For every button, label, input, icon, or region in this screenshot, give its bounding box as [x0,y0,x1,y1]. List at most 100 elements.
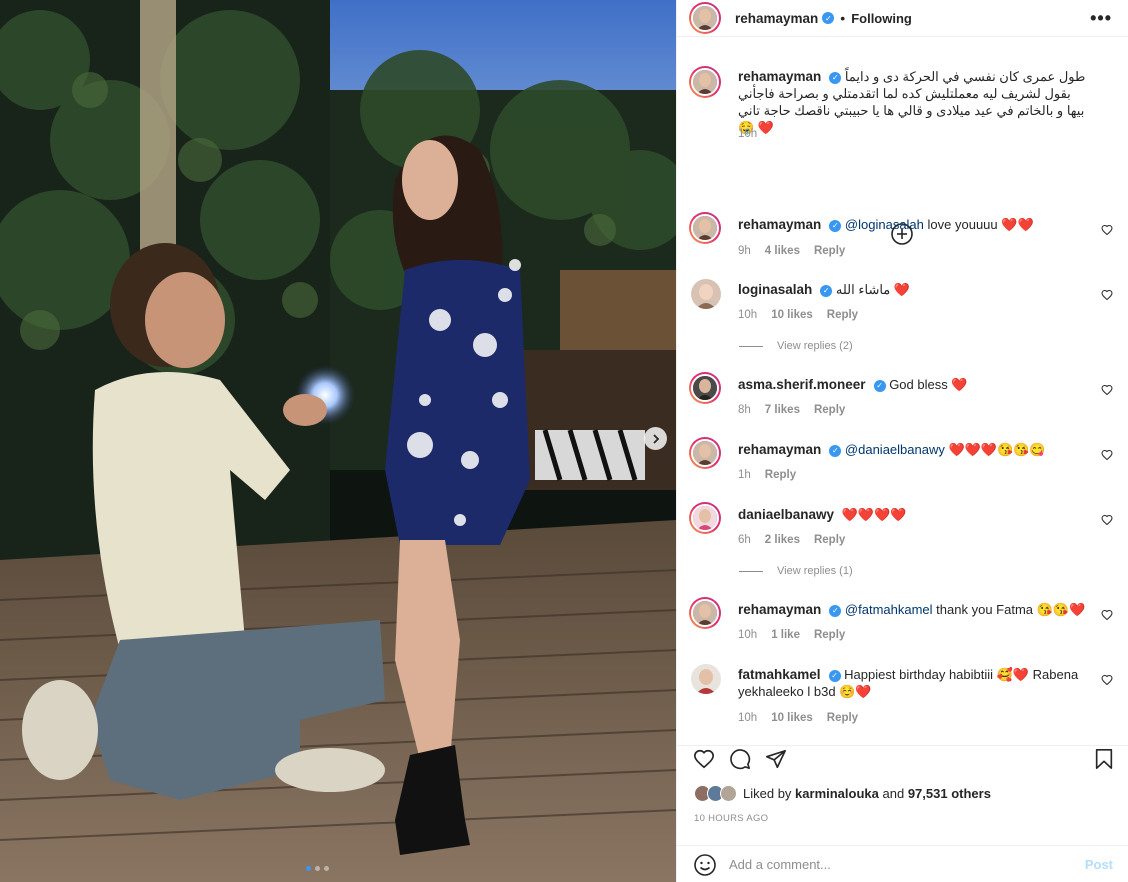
comment-meta: 10h 10 likes Reply [738,309,858,321]
likes-user-link[interactable]: karminalouka [795,786,879,801]
comment-username[interactable]: fatmahkamel [738,667,821,682]
like-comment-heart-icon[interactable] [1101,609,1113,621]
carousel-indicator [306,866,329,871]
comment-avatar[interactable] [689,212,721,244]
comment-mention[interactable]: @daniaelbanawy [845,442,945,457]
comment-meta: 1h Reply [738,469,796,481]
comment-time[interactable]: 6h [738,534,751,546]
avatar-image [691,504,719,532]
reply-button[interactable]: Reply [814,404,845,416]
comment-likes[interactable]: 7 likes [765,404,800,416]
post-timestamp[interactable]: 10 HOURS AGO [694,813,768,824]
comment-text-block: rehamayman ✓ @loginasalah love youuuu ❤️❤… [738,216,1089,233]
avatar-image [691,374,719,402]
post-side-panel: rehamayman ✓ • Following ••• rehamayman ✓… [676,0,1128,882]
verified-badge-icon: ✓ [829,444,842,457]
avatar-image [691,439,719,467]
comment-time[interactable]: 1h [738,469,751,481]
comment-avatar[interactable] [691,279,721,309]
reply-button[interactable]: Reply [814,534,845,546]
more-icon[interactable]: ••• [1090,9,1112,27]
heart-icon[interactable] [693,748,715,770]
comment-time[interactable]: 10h [738,629,757,641]
author-username[interactable]: rehamayman [735,11,818,26]
replies-divider-line [739,345,763,347]
author-avatar[interactable] [689,2,721,34]
comment-text-block: fatmahkamel ✓ Happiest birthday habibtiii… [738,666,1089,700]
likes-prefix: Liked by [743,786,792,801]
reply-button[interactable]: Reply [827,712,858,724]
comment-username[interactable]: rehamayman [738,442,821,457]
comment-text: ❤️❤️❤️❤️ [841,507,907,522]
comment-avatar[interactable] [689,502,721,534]
comment-likes[interactable]: 1 like [771,629,800,641]
comment-likes[interactable]: 10 likes [771,712,813,724]
emoji-icon[interactable] [693,853,717,877]
comment-time[interactable]: 10h [738,712,757,724]
comment-time[interactable]: 8h [738,404,751,416]
reply-button[interactable]: Reply [827,309,858,321]
header-separator: • [840,10,846,26]
comment-likes[interactable]: 2 likes [765,534,800,546]
view-replies-label: View replies (1) [777,565,853,577]
comment-item: rehamayman ✓ @loginasalah love youuuu ❤️❤… [689,212,1119,262]
comment-composer: Post [677,845,1128,882]
comment-likes[interactable]: 10 likes [771,309,813,321]
comment-avatar[interactable] [689,437,721,469]
post-actions: Liked by karminalouka and 97,531 others … [677,745,1128,882]
comment-mention[interactable]: @loginasalah [845,217,924,232]
comment-username[interactable]: daniaelbanawy [738,507,834,522]
comment-likes[interactable]: 4 likes [765,245,800,257]
caption-time[interactable]: 10h [738,128,757,140]
verified-badge-icon: ✓ [873,379,886,392]
comment-username[interactable]: loginasalah [738,282,812,297]
comment-avatar[interactable] [689,372,721,404]
comment-time[interactable]: 9h [738,245,751,257]
comment-meta: 9h 4 likes Reply [738,245,845,257]
like-comment-heart-icon[interactable] [1101,384,1113,396]
avatar-image [691,4,719,32]
comment-input[interactable] [729,857,1085,872]
post-comment-button[interactable]: Post [1085,857,1113,872]
caption-avatar[interactable] [689,66,721,98]
verified-badge-icon: ✓ [820,284,833,297]
comment-username[interactable]: rehamayman [738,217,821,232]
like-comment-heart-icon[interactable] [1101,224,1113,236]
caption-username[interactable]: rehamayman [738,69,821,84]
next-image-button[interactable] [644,427,667,450]
reply-button[interactable]: Reply [814,629,845,641]
comment-time[interactable]: 10h [738,309,757,321]
share-icon[interactable] [765,748,787,770]
bookmark-icon[interactable] [1093,748,1115,770]
comment-mention[interactable]: @fatmahkamel [845,602,933,617]
comment-avatar[interactable] [691,664,721,694]
liker-avatar[interactable] [720,785,737,802]
comment-username[interactable]: rehamayman [738,602,821,617]
following-button[interactable]: Following [851,11,912,26]
reply-button[interactable]: Reply [765,469,796,481]
caption-text-block: rehamayman ✓ طول عمرى كان نفسي في الحركة … [738,68,1089,136]
likes-text: Liked by karminalouka and 97,531 others [743,786,991,801]
view-replies-button[interactable]: View replies (1) [739,565,853,577]
comment-icon[interactable] [729,748,751,770]
comment-text-block: loginasalah ✓ ماشاء الله ❤️ [738,281,1089,298]
reply-button[interactable]: Reply [814,245,845,257]
comment-username[interactable]: asma.sherif.moneer [738,377,866,392]
likes-summary: Liked by karminalouka and 97,531 others [694,785,991,802]
action-icons-row [691,746,1115,772]
like-comment-heart-icon[interactable] [1101,449,1113,461]
likes-middle: and [882,786,905,801]
replies-divider-line [739,570,763,572]
comment-text: love youuuu ❤️❤️ [927,217,1034,232]
likes-count-link[interactable]: 97,531 others [908,786,991,801]
view-replies-button[interactable]: View replies (2) [739,340,853,352]
like-comment-heart-icon[interactable] [1101,674,1113,686]
like-comment-heart-icon[interactable] [1101,514,1113,526]
comment-text-block: asma.sherif.moneer ✓ God bless ❤️ [738,376,1089,393]
post-photo[interactable] [0,0,676,882]
avatar-image [691,68,719,96]
comment-text: ❤️❤️❤️😘😘😋 [948,442,1046,457]
comment-avatar[interactable] [689,597,721,629]
verified-badge-icon: ✓ [828,669,841,682]
like-comment-heart-icon[interactable] [1101,289,1113,301]
